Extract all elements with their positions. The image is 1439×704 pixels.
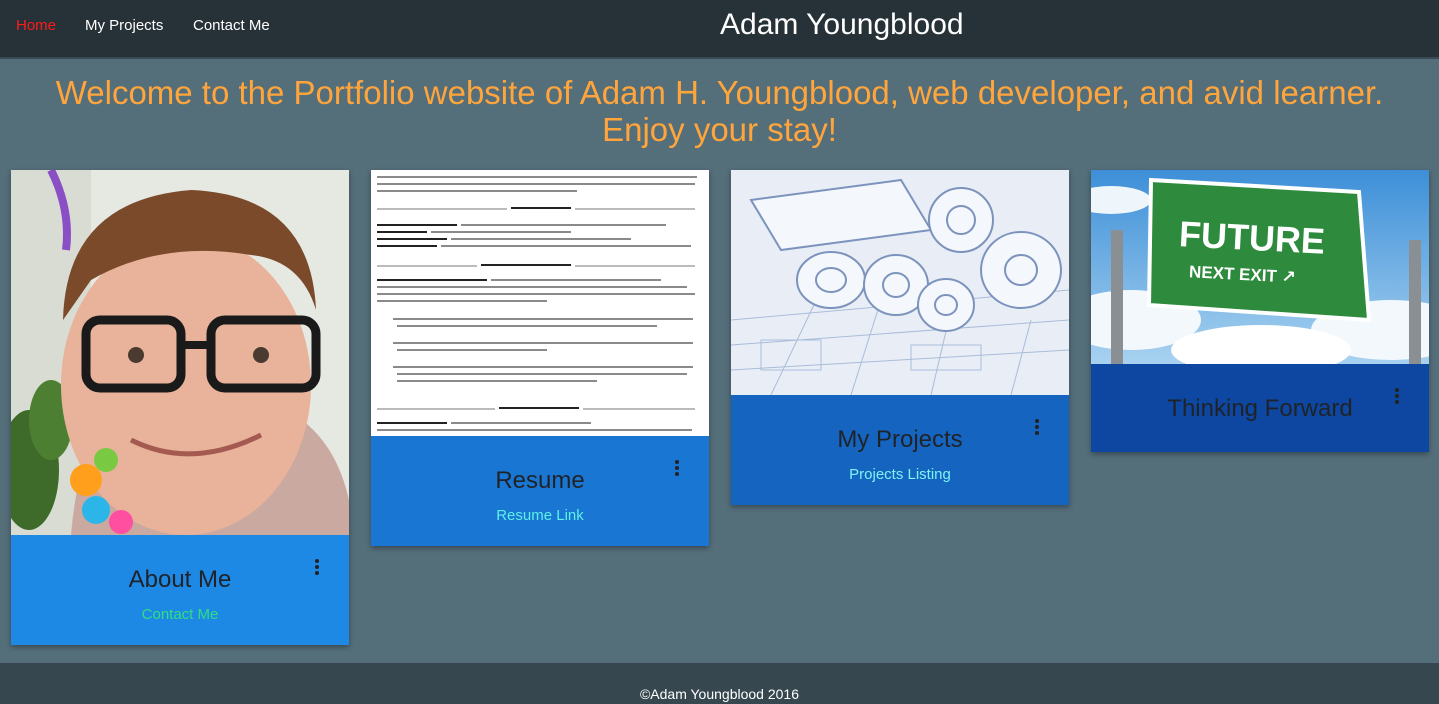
nav-contact-link[interactable]: Contact Me <box>193 17 270 34</box>
blueprints-image <box>731 170 1069 395</box>
more-vert-icon[interactable] <box>1029 417 1045 437</box>
sign-future-text: FUTURE <box>1178 213 1326 262</box>
projects-title[interactable]: My Projects <box>731 426 1069 454</box>
about-me-card: About Me Contact Me <box>11 170 349 645</box>
projects-listing-link[interactable]: Projects Listing <box>731 466 1069 483</box>
welcome-line-2: Enjoy your stay! <box>602 111 837 148</box>
about-me-card-content: About Me Contact Me <box>11 535 349 645</box>
nav-home-link[interactable]: Home <box>16 17 56 34</box>
sign-exit-label: NEXT EXIT <box>1188 262 1278 286</box>
projects-card: My Projects Projects Listing <box>731 170 1069 505</box>
projects-card-content: My Projects Projects Listing <box>731 395 1069 505</box>
about-me-contact-link[interactable]: Contact Me <box>11 606 349 623</box>
resume-link[interactable]: Resume Link <box>371 507 709 524</box>
resume-card-content: Resume Resume Link <box>371 436 709 546</box>
resume-card: Resume Resume Link <box>371 170 709 546</box>
resume-title[interactable]: Resume <box>371 467 709 495</box>
more-vert-icon[interactable] <box>1389 386 1405 406</box>
profile-photo <box>11 170 349 535</box>
nav-projects-link[interactable]: My Projects <box>85 17 163 34</box>
navbar: Home My Projects Contact Me Adam Youngbl… <box>0 0 1439 59</box>
more-vert-icon[interactable] <box>309 557 325 577</box>
footer: ©Adam Youngblood 2016 <box>0 663 1439 704</box>
thinking-forward-card-content: Thinking Forward <box>1091 364 1429 452</box>
welcome-line-1: Welcome to the Portfolio website of Adam… <box>55 74 1384 111</box>
site-title: Adam Youngblood <box>720 8 964 41</box>
welcome-heading: Welcome to the Portfolio website of Adam… <box>0 74 1439 148</box>
footer-copyright: ©Adam Youngblood 2016 <box>639 686 799 702</box>
resume-document-image <box>371 170 709 436</box>
thinking-forward-title[interactable]: Thinking Forward <box>1091 395 1429 423</box>
more-vert-icon[interactable] <box>669 458 685 478</box>
arrow-up-right-icon: ↗ <box>1281 267 1297 287</box>
future-sign-image: FUTURE NEXT EXIT ↗ <box>1091 170 1429 364</box>
thinking-forward-card: FUTURE NEXT EXIT ↗ Thinking Forward <box>1091 170 1429 452</box>
about-me-title[interactable]: About Me <box>11 566 349 594</box>
